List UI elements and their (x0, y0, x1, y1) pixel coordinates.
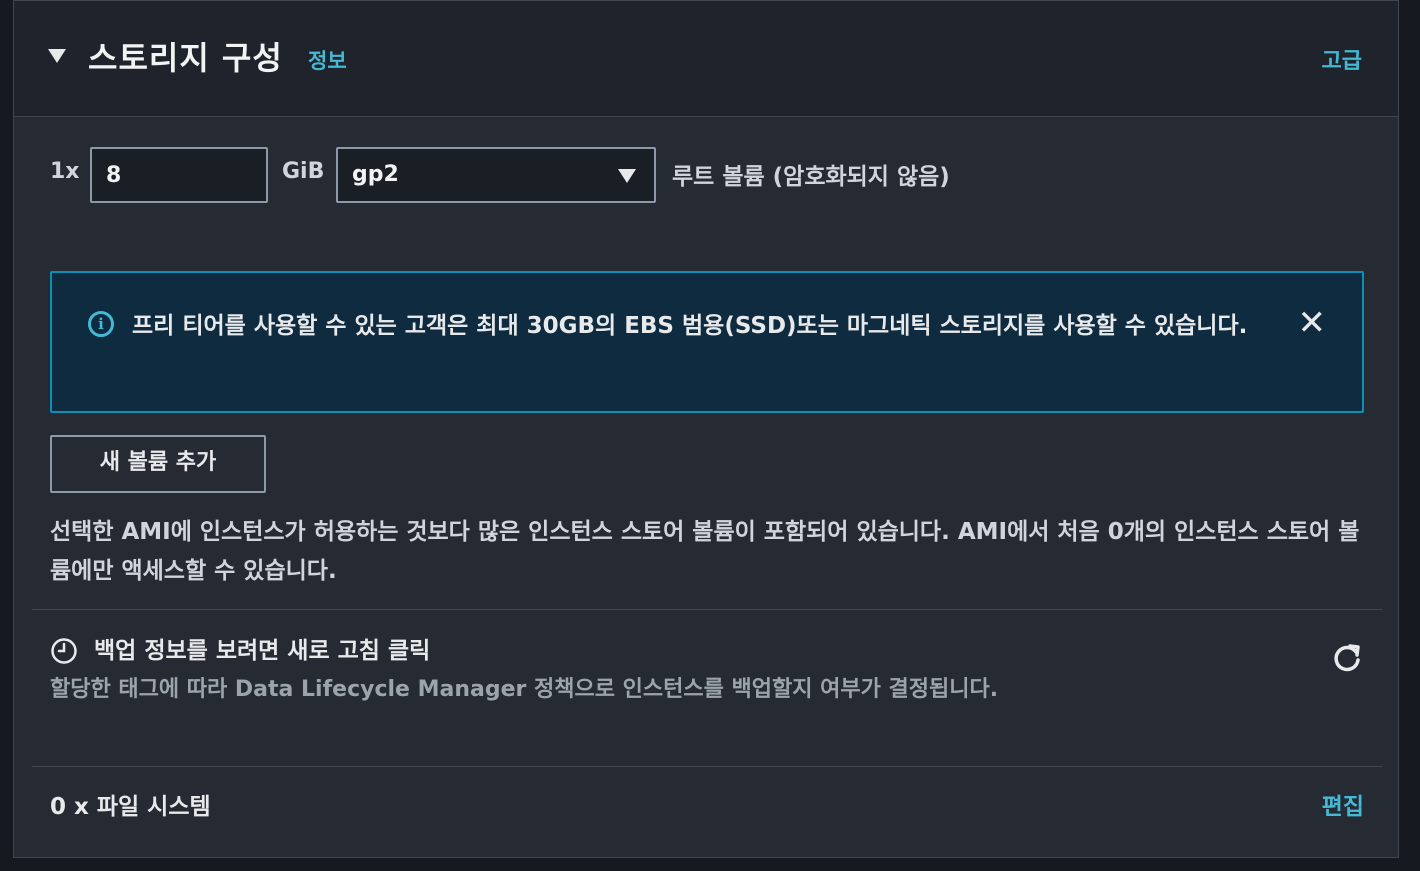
backup-info-section: 백업 정보를 보려면 새로 고침 클릭 할당한 태그에 따라 Data Life… (50, 629, 1370, 749)
file-systems-label: 0 x 파일 시스템 (50, 794, 211, 820)
caret-down-icon[interactable] (48, 49, 66, 63)
volume-type-value: gp2 (352, 162, 399, 187)
backup-description: 할당한 태그에 따라 Data Lifecycle Manager 정책으로 인… (50, 677, 999, 702)
storage-config-panel: 스토리지 구성 정보 고급 1x GiB gp2 루트 볼륨 (암호화되지 않음… (13, 0, 1399, 858)
divider (32, 766, 1382, 767)
backup-title: 백업 정보를 보려면 새로 고침 클릭 (94, 638, 431, 664)
divider (32, 609, 1382, 610)
edit-file-systems-link[interactable]: 편집 (1322, 787, 1364, 821)
volume-unit-label: GiB (282, 159, 325, 184)
volume-count-label: 1x (50, 159, 80, 184)
refresh-icon[interactable] (1330, 641, 1364, 675)
volume-size-input[interactable] (90, 147, 268, 203)
dropdown-arrow-icon (618, 169, 636, 183)
free-tier-alert: i 프리 티어를 사용할 수 있는 고객은 최대 30GB의 EBS 범용(SS… (50, 271, 1364, 413)
info-circle-icon: i (88, 311, 114, 337)
root-volume-row: 1x GiB gp2 루트 볼륨 (암호화되지 않음) (14, 147, 1398, 203)
panel-header[interactable]: 스토리지 구성 정보 고급 (14, 1, 1398, 117)
add-volume-button[interactable]: 새 볼륨 추가 (50, 435, 266, 493)
info-link[interactable]: 정보 (308, 45, 347, 75)
file-systems-row: 0 x 파일 시스템 편집 (50, 787, 1364, 823)
close-icon[interactable]: ✕ (1298, 301, 1327, 345)
alert-message: 프리 티어를 사용할 수 있는 고객은 최대 30GB의 EBS 범용(SSD)… (132, 313, 1248, 339)
root-volume-description: 루트 볼륨 (암호화되지 않음) (672, 164, 950, 190)
section-title: 스토리지 구성 (88, 39, 283, 77)
clock-icon (51, 638, 77, 664)
volume-type-select[interactable]: gp2 (336, 147, 656, 203)
ami-instance-store-note: 선택한 AMI에 인스턴스가 허용하는 것보다 많은 인스턴스 스토어 볼륨이 … (50, 519, 1360, 584)
advanced-link[interactable]: 고급 (1322, 43, 1362, 75)
